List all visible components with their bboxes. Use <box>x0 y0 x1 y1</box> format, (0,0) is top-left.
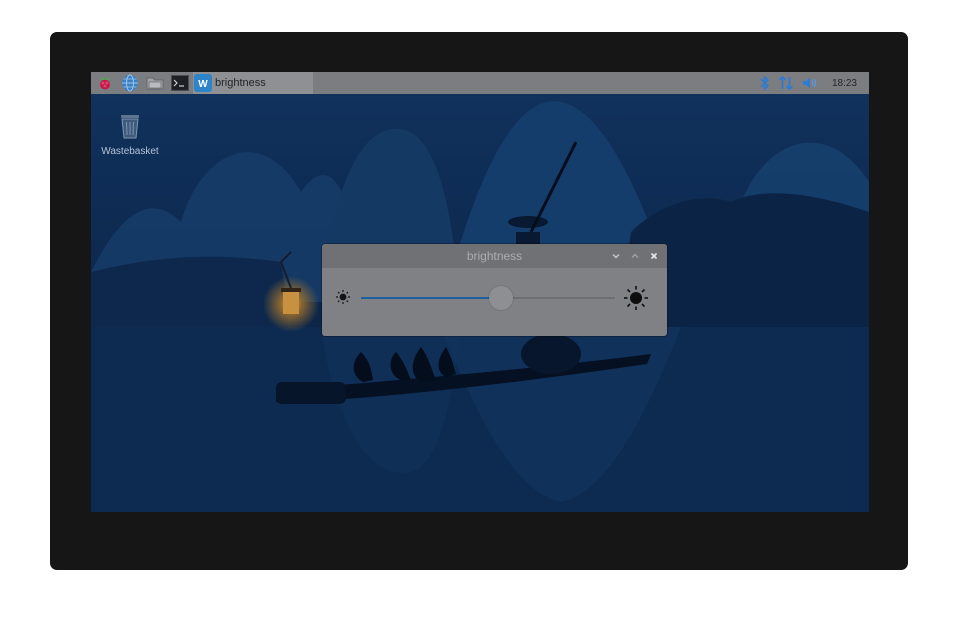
file-manager-icon[interactable] <box>145 73 165 93</box>
terminal-icon[interactable] <box>170 73 190 93</box>
system-tray: 18:23 <box>752 72 869 94</box>
web-browser-icon[interactable] <box>120 73 140 93</box>
brightness-window: brightness <box>322 244 667 336</box>
wastebasket-icon <box>121 115 139 139</box>
desktop-icon-label: Wastebasket <box>101 146 159 157</box>
brightness-app-icon: W <box>193 73 213 93</box>
close-icon <box>650 252 658 260</box>
desktop-icon-wastebasket[interactable]: Wastebasket <box>99 112 161 157</box>
launcher-bar <box>91 72 195 94</box>
slider-thumb[interactable] <box>488 286 513 310</box>
window-body <box>322 268 667 336</box>
brightness-slider[interactable] <box>361 286 615 310</box>
svg-text:W: W <box>198 79 208 90</box>
window-title: brightness <box>466 249 523 263</box>
taskbar-task-label: brightness <box>215 77 266 89</box>
chevron-down-icon <box>612 254 620 259</box>
screen: W brightness 18:23 Wastebasket brightnes… <box>91 72 869 512</box>
taskbar-brightness-button[interactable]: W brightness <box>193 72 313 94</box>
volume-icon[interactable] <box>802 73 818 93</box>
maximize-button[interactable] <box>627 248 643 264</box>
minimize-button[interactable] <box>608 248 624 264</box>
clock[interactable]: 18:23 <box>832 78 857 89</box>
taskbar: W brightness 18:23 <box>91 72 869 94</box>
network-icon[interactable] <box>778 73 794 93</box>
close-button[interactable] <box>646 248 662 264</box>
window-titlebar[interactable]: brightness <box>322 244 667 268</box>
sun-small-icon <box>336 290 350 304</box>
bluetooth-icon[interactable] <box>760 73 770 93</box>
slider-fill <box>361 297 501 299</box>
chevron-up-icon <box>631 253 639 258</box>
raspberry-menu-icon[interactable] <box>95 73 115 93</box>
sun-large-icon <box>624 286 648 310</box>
